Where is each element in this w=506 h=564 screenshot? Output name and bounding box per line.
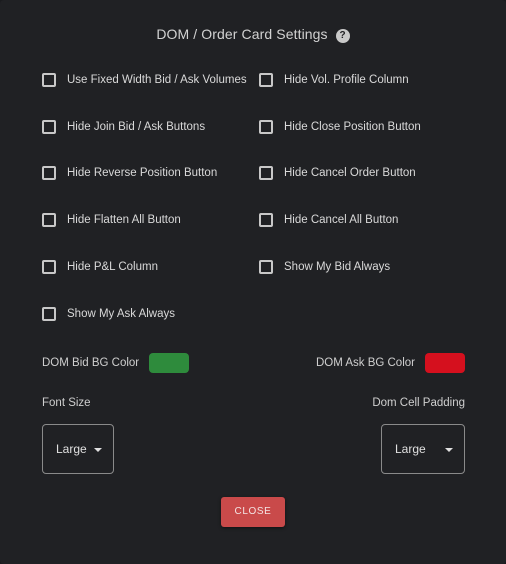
checkbox[interactable] <box>42 213 56 227</box>
ask-color-row: DOM Ask BG Color <box>316 352 465 374</box>
caret-down-icon <box>94 448 102 452</box>
option-show-my-bid[interactable]: Show My Bid Always <box>259 257 390 277</box>
checkbox[interactable] <box>259 260 273 274</box>
checkbox[interactable] <box>42 307 56 321</box>
font-size-label: Font Size <box>42 397 91 409</box>
option-hide-pl-column[interactable]: Hide P&L Column <box>42 257 158 277</box>
checkbox[interactable] <box>259 166 273 180</box>
bid-color-row: DOM Bid BG Color <box>42 352 190 374</box>
option-label: Show My Ask Always <box>67 308 176 320</box>
dialog-title-text: DOM / Order Card Settings <box>156 26 328 42</box>
option-label: Hide Reverse Position Button <box>67 167 218 179</box>
option-hide-join-bid-ask[interactable]: Hide Join Bid / Ask Buttons <box>42 117 205 137</box>
option-hide-flatten-all[interactable]: Hide Flatten All Button <box>42 210 181 230</box>
cell-padding-label: Dom Cell Padding <box>372 397 465 409</box>
option-hide-vol-profile[interactable]: Hide Vol. Profile Column <box>259 70 409 90</box>
option-show-my-ask[interactable]: Show My Ask Always <box>42 304 175 324</box>
checkbox[interactable] <box>259 73 273 87</box>
settings-dialog: DOM / Order Card Settings? Use Fixed Wid… <box>0 0 506 564</box>
option-hide-cancel-order[interactable]: Hide Cancel Order Button <box>259 163 416 183</box>
checkbox[interactable] <box>42 166 56 180</box>
option-hide-cancel-all[interactable]: Hide Cancel All Button <box>259 210 398 230</box>
checkbox[interactable] <box>42 73 56 87</box>
option-label: Hide P&L Column <box>67 261 158 273</box>
font-size-value: Large <box>56 442 87 456</box>
option-label: Hide Join Bid / Ask Buttons <box>67 121 206 133</box>
option-label: Show My Bid Always <box>284 261 391 273</box>
option-fixed-width-volumes[interactable]: Use Fixed Width Bid / Ask Volumes <box>42 70 247 90</box>
dialog-title: DOM / Order Card Settings? <box>0 26 506 43</box>
ask-color-label: DOM Ask BG Color <box>315 357 415 369</box>
checkbox[interactable] <box>259 213 273 227</box>
cell-padding-value: Large <box>395 442 426 456</box>
bid-color-label: DOM Bid BG Color <box>42 357 140 369</box>
checkbox[interactable] <box>259 120 273 134</box>
caret-down-icon <box>445 448 453 452</box>
checkbox[interactable] <box>42 120 56 134</box>
option-label: Use Fixed Width Bid / Ask Volumes <box>67 74 247 86</box>
option-label: Hide Close Position Button <box>284 121 421 133</box>
ask-color-swatch[interactable] <box>425 353 465 373</box>
option-hide-reverse-position[interactable]: Hide Reverse Position Button <box>42 163 217 183</box>
font-size-select[interactable]: Large <box>42 424 114 474</box>
option-label: Hide Vol. Profile Column <box>284 74 409 86</box>
option-hide-close-position[interactable]: Hide Close Position Button <box>259 117 421 137</box>
cell-padding-select[interactable]: Large <box>381 424 465 474</box>
close-button[interactable]: CLOSE <box>221 497 285 527</box>
help-icon[interactable]: ? <box>335 29 350 43</box>
bid-color-swatch[interactable] <box>149 353 190 373</box>
option-label: Hide Flatten All Button <box>67 214 181 226</box>
checkbox[interactable] <box>42 260 56 274</box>
option-label: Hide Cancel Order Button <box>284 167 416 179</box>
option-label: Hide Cancel All Button <box>284 214 399 226</box>
